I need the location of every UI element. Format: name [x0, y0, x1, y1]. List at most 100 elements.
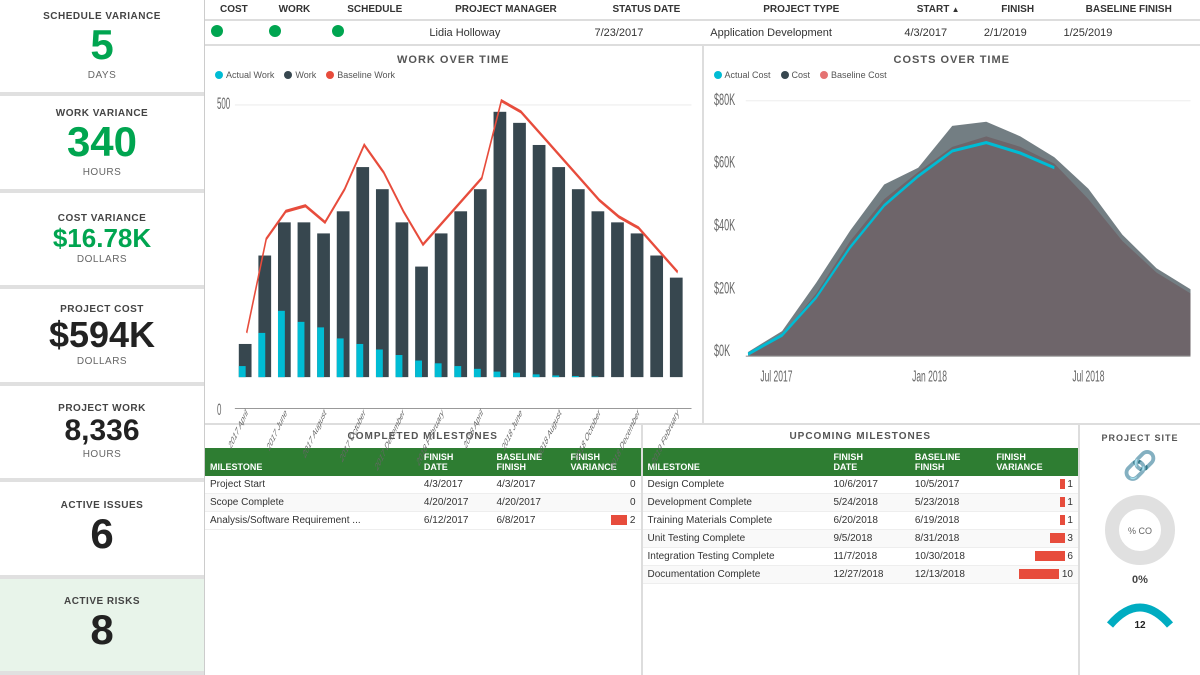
work-variance-sub: HOURS [10, 167, 194, 178]
cm-finish-date: 6/12/2017 [419, 512, 492, 530]
legend-cost: Cost [781, 70, 811, 80]
um-milestone-name: Unit Testing Complete [643, 530, 829, 548]
variance-bar [1019, 569, 1059, 579]
um-variance: 10 [991, 566, 1078, 584]
work-over-time-title: WORK OVER TIME [215, 54, 692, 66]
variance-bar [1060, 497, 1065, 507]
cell-baseline-finish: 1/25/2019 [1057, 20, 1200, 44]
svg-text:Jan 2018: Jan 2018 [912, 368, 947, 385]
legend-baseline-cost: Baseline Cost [820, 70, 887, 80]
legend-work: Work [284, 70, 316, 80]
um-baseline: 12/13/2018 [910, 566, 991, 584]
col-project-type: PROJECT TYPE [704, 0, 898, 20]
charts-row: WORK OVER TIME Actual Work Work Baseline… [205, 46, 1200, 425]
col-baseline-finish: BASELINE FINISH [1057, 0, 1200, 20]
upcoming-milestone-row: Training Materials Complete 6/20/2018 6/… [643, 512, 1079, 530]
work-over-time-area: 500 0 2017 April2017 June2017 August2017… [215, 84, 692, 419]
project-site-link-icon[interactable]: 🔗 [1123, 449, 1158, 482]
upcoming-milestones-table: MILESTONE FINISHDATE BASELINEFINISH FINI… [643, 448, 1079, 584]
schedule-variance-value: 5 [10, 22, 194, 68]
variance-bar [1060, 515, 1065, 525]
um-col-variance: FINISHVARIANCE [991, 448, 1078, 476]
cm-col-finish-date: FINISHDATE [419, 448, 492, 476]
um-variance: 1 [991, 512, 1078, 530]
main-content: COST WORK SCHEDULE PROJECT MANAGER STATU… [205, 0, 1200, 675]
col-status-date: STATUS DATE [588, 0, 704, 20]
um-finish-date: 5/24/2018 [828, 494, 909, 512]
um-milestone-name: Training Materials Complete [643, 512, 829, 530]
svg-text:% CO: % CO [1128, 526, 1152, 536]
col-finish: FINISH [978, 0, 1058, 20]
svg-text:Jul 2017: Jul 2017 [760, 368, 792, 385]
variance-bar [1060, 479, 1065, 489]
upcoming-milestone-row: Integration Testing Complete 11/7/2018 1… [643, 548, 1079, 566]
um-milestone-name: Development Complete [643, 494, 829, 512]
svg-text:$20K: $20K [714, 278, 735, 297]
cm-baseline: 4/20/2017 [492, 494, 566, 512]
cell-cost-dot [205, 20, 263, 44]
sidebar: SCHEDULE VARIANCE 5 DAYS WORK VARIANCE 3… [0, 0, 205, 675]
um-baseline: 10/5/2017 [910, 476, 991, 494]
active-issues-block: ACTIVE ISSUES 6 [0, 482, 204, 578]
completion-percent: 0% [1132, 574, 1148, 586]
schedule-variance-sub: DAYS [10, 70, 194, 81]
legend-baseline-work-label: Baseline Work [337, 70, 395, 80]
project-cost-value: $594K [10, 315, 194, 355]
project-cost-block: PROJECT COST $594K DOLLARS [0, 289, 204, 385]
project-site-section: PROJECT SITE 🔗 % CO 0% 12 [1080, 425, 1200, 675]
um-finish-date: 9/5/2018 [828, 530, 909, 548]
upcoming-milestones-title: UPCOMING MILESTONES [643, 425, 1079, 448]
cm-milestone-name: Scope Complete [205, 494, 419, 512]
um-finish-date: 10/6/2017 [828, 476, 909, 494]
teal-indicator: 12 [1105, 590, 1175, 630]
active-risks-value: 8 [10, 607, 194, 653]
completed-milestone-row: Scope Complete 4/20/2017 4/20/2017 0 [205, 494, 641, 512]
svg-text:0: 0 [217, 399, 221, 418]
baseline-work-dot [326, 71, 334, 79]
um-milestone-name: Integration Testing Complete [643, 548, 829, 566]
cell-manager: Lidia Holloway [423, 20, 588, 44]
um-variance: 3 [991, 530, 1078, 548]
cost-variance-sub: DOLLARS [10, 254, 194, 265]
actual-work-dot [215, 71, 223, 79]
costs-over-time-legend: Actual Cost Cost Baseline Cost [714, 70, 1191, 80]
work-over-time-chart: WORK OVER TIME Actual Work Work Baseline… [205, 46, 704, 423]
work-indicator [269, 25, 281, 37]
active-risks-block: ACTIVE RISKS 8 [0, 579, 204, 675]
um-col-milestone: MILESTONE [643, 448, 829, 476]
um-finish-date: 11/7/2018 [828, 548, 909, 566]
cm-baseline: 6/8/2017 [492, 512, 566, 530]
legend-actual-work-label: Actual Work [226, 70, 274, 80]
cell-status-date: 7/23/2017 [588, 20, 704, 44]
costs-over-time-chart: COSTS OVER TIME Actual Cost Cost Baselin… [704, 46, 1200, 423]
um-baseline: 5/23/2018 [910, 494, 991, 512]
work-dot [284, 71, 292, 79]
cm-milestone-name: Project Start [205, 476, 419, 494]
cm-baseline: 4/3/2017 [492, 476, 566, 494]
project-site-title: PROJECT SITE [1101, 433, 1178, 443]
cell-project-type: Application Development [704, 20, 898, 44]
actual-cost-dot [714, 71, 722, 79]
um-finish-date: 6/20/2018 [828, 512, 909, 530]
um-finish-date: 12/27/2018 [828, 566, 909, 584]
upcoming-milestone-row: Documentation Complete 12/27/2018 12/13/… [643, 566, 1079, 584]
costs-over-time-area: $80K $60K $40K $20K $0K Jul 2017 [714, 84, 1191, 419]
upcoming-milestone-row: Unit Testing Complete 9/5/2018 8/31/2018… [643, 530, 1079, 548]
work-over-time-legend: Actual Work Work Baseline Work [215, 70, 692, 80]
project-work-title: PROJECT WORK [10, 403, 194, 414]
cm-col-baseline: BASELINEFINISH [492, 448, 566, 476]
milestones-row: COMPLETED MILESTONES MILESTONE FINISHDAT… [205, 425, 1200, 675]
um-variance: 1 [991, 494, 1078, 512]
legend-cost-label: Cost [792, 70, 811, 80]
cm-variance: 0 [565, 476, 640, 494]
col-cost: COST [205, 0, 263, 20]
cell-start: 4/3/2017 [898, 20, 978, 44]
top-table: COST WORK SCHEDULE PROJECT MANAGER STATU… [205, 0, 1200, 46]
work-variance-title: WORK VARIANCE [10, 108, 194, 119]
project-work-value: 8,336 [10, 414, 194, 447]
um-variance: 1 [991, 476, 1078, 494]
svg-text:$80K: $80K [714, 90, 735, 109]
schedule-variance-block: SCHEDULE VARIANCE 5 DAYS [0, 0, 204, 96]
active-issues-value: 6 [10, 511, 194, 557]
legend-actual-work: Actual Work [215, 70, 274, 80]
